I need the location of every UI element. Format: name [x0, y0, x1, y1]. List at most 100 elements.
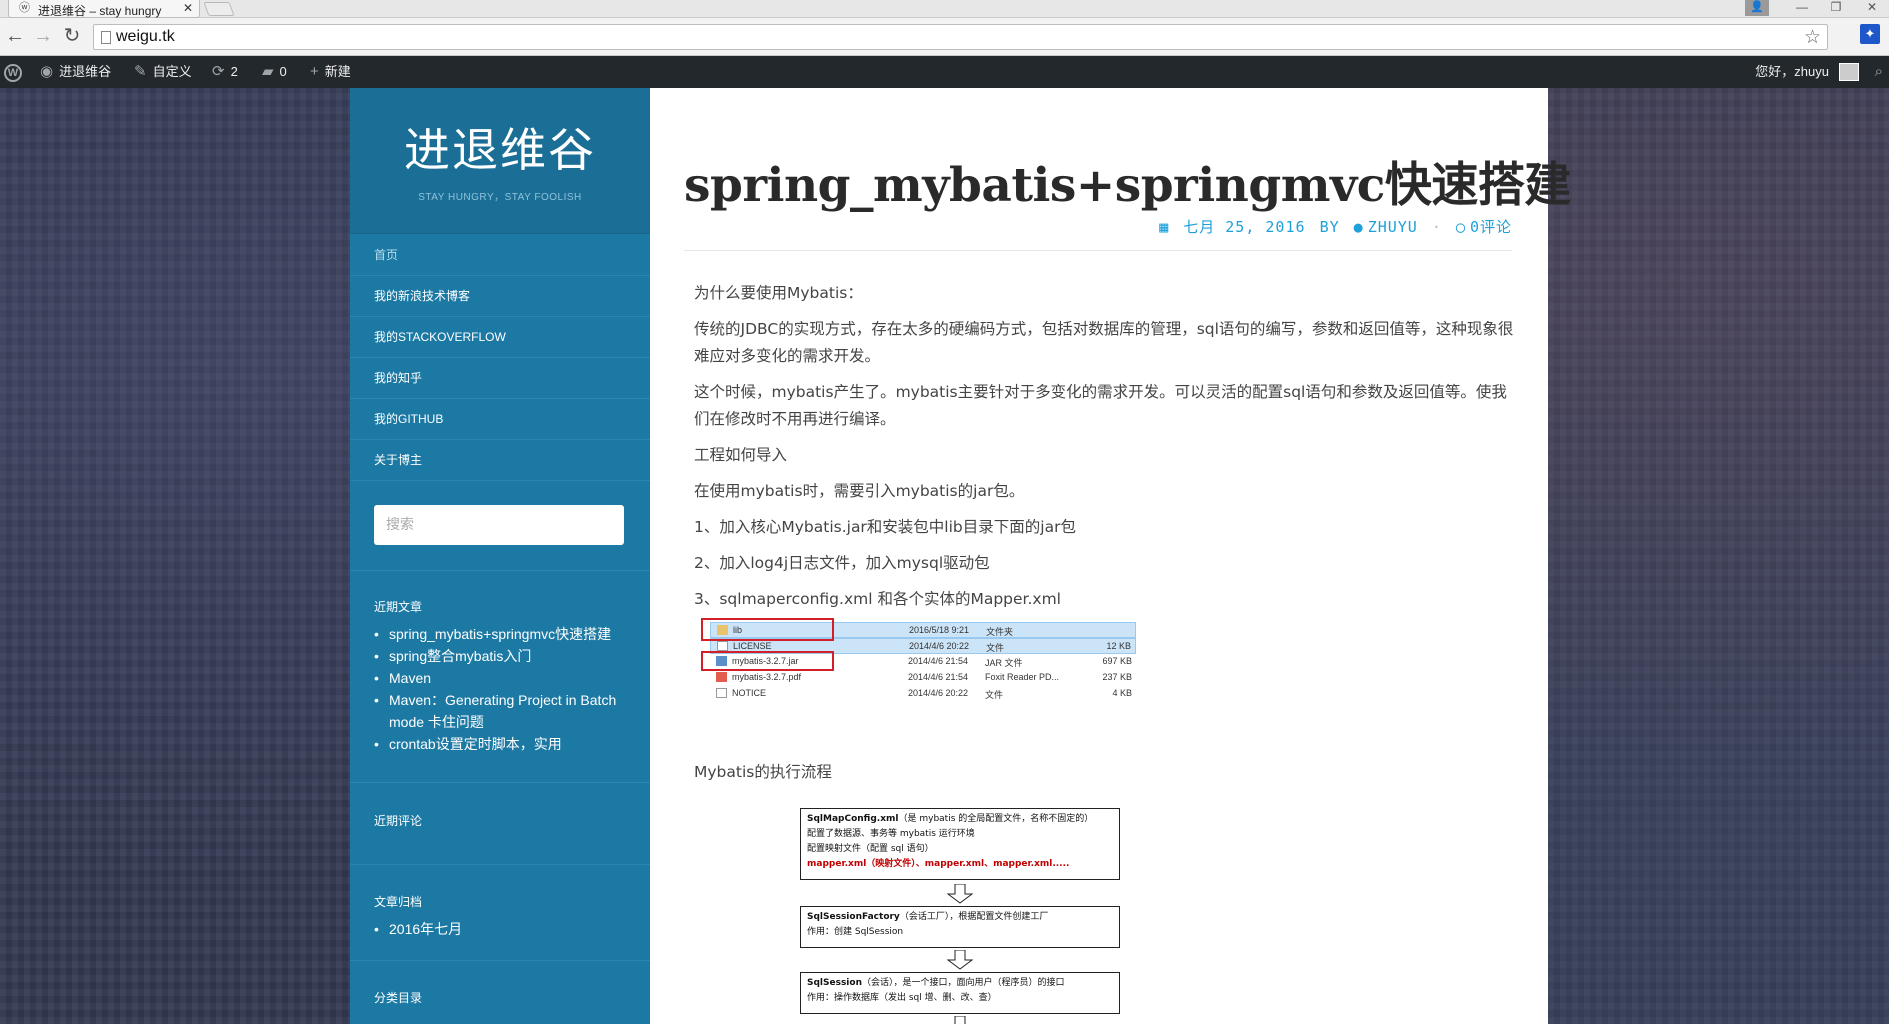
- recent-posts-list: spring_mybatis+springmvc快速搭建 spring整合myb…: [374, 623, 634, 755]
- recent-post-link[interactable]: Maven：Generating Project in Batch mode 卡…: [374, 689, 634, 733]
- paragraph: 传统的JDBC的实现方式，存在太多的硬编码方式，包括对数据库的管理，sql语句的…: [694, 320, 1514, 365]
- url-input[interactable]: [116, 27, 1776, 47]
- file-date: 2014/4/6 21:54: [908, 672, 969, 682]
- customize-label: 自定义: [152, 64, 192, 79]
- site-description: STAY HUNGRY，STAY FOOLISH: [418, 192, 582, 203]
- restore-button[interactable]: ❐: [1826, 0, 1846, 14]
- file-icon: [716, 688, 727, 698]
- forward-button[interactable]: →: [32, 24, 54, 48]
- file-size: 697 KB: [1102, 656, 1132, 666]
- flow-box-text: 配置映射文件（配置 sql 语句）: [807, 844, 934, 854]
- archive-link[interactable]: 2016年七月: [374, 918, 634, 940]
- divider: [350, 864, 650, 865]
- file-row: NOTICE 2014/4/6 20:22 文件 4 KB: [710, 686, 1136, 702]
- site-name-label: 进退维谷: [59, 64, 112, 79]
- post-title: spring_mybatis+springmvc快速搭建: [684, 158, 1571, 213]
- post-content: 为什么要使用Mybatis： 传统的JDBC的实现方式，存在太多的硬编码方式，包…: [694, 280, 1514, 622]
- divider: [684, 250, 1512, 251]
- calendar-icon: ▦: [1159, 218, 1170, 236]
- admin-site-name[interactable]: ◉ 进退维谷: [40, 56, 111, 88]
- file-type: Foxit Reader PD...: [985, 672, 1060, 682]
- highlight-box: [701, 618, 834, 641]
- back-button[interactable]: ←: [4, 24, 26, 48]
- pdf-file-icon: [716, 672, 727, 682]
- search-icon[interactable]: ⌕: [1875, 56, 1883, 88]
- menu-item-github[interactable]: 我的GITHUB: [350, 399, 650, 440]
- minimize-button[interactable]: —: [1792, 0, 1812, 14]
- paragraph: 1、加入核心Mybatis.jar和安装包中lib目录下面的jar包: [694, 518, 1076, 536]
- post-author[interactable]: ZHUYU: [1368, 218, 1418, 236]
- admin-account-greeting[interactable]: 您好，zhuyu: [1755, 56, 1829, 88]
- browser-tab[interactable]: ⓦ 进退维谷 – stay hungry ✕: [8, 0, 200, 18]
- flow-box-heading: SqlSessionFactory: [807, 912, 900, 922]
- comments-count: 0: [279, 64, 287, 79]
- file-name: LICENSE: [733, 641, 772, 651]
- post-meta: ▦ 七月 25, 2016 BY ● ZHUYU · ◯ 0评论: [1155, 216, 1512, 237]
- file-date: 2014/4/6 20:22: [908, 688, 969, 698]
- flow-box-session: SqlSession（会话），是一个接口，面向用户（程序员）的接口 作用：操作数…: [800, 972, 1120, 1014]
- flow-box-text: 作用：操作数据库（发出 sql 增、删、改、查）: [807, 993, 997, 1003]
- menu-item-sina-blog[interactable]: 我的新浪技术博客: [350, 276, 650, 317]
- comment-icon: ▰: [262, 63, 274, 80]
- menu-item-about[interactable]: 关于博主: [350, 440, 650, 481]
- post-date[interactable]: 七月 25, 2016: [1183, 218, 1305, 236]
- file-type: JAR 文件: [985, 658, 1023, 668]
- wp-admin-bar: W ◉ 进退维谷 ✎ 自定义 ⟳ 2 ▰ 0 + 新建 您好，zhuyu ⌕: [0, 56, 1889, 88]
- file-listing-image: lib 2016/5/18 9:21 文件夹 LICENSE 2014/4/6 …: [698, 618, 1138, 713]
- recent-post-link[interactable]: spring整合mybatis入门: [374, 645, 634, 667]
- file-type: 文件: [985, 690, 1004, 700]
- admin-updates[interactable]: ⟳ 2: [212, 56, 238, 88]
- menu-item-zhihu[interactable]: 我的知乎: [350, 358, 650, 399]
- new-tab-button[interactable]: [203, 2, 235, 16]
- down-arrow-icon: [947, 884, 973, 904]
- recent-post-link[interactable]: Maven: [374, 667, 634, 689]
- browser-toolbar: ← → ↻ ☆: [0, 18, 1889, 56]
- address-bar[interactable]: ☆: [93, 24, 1828, 50]
- down-arrow-icon: [947, 950, 973, 970]
- plus-icon: +: [310, 63, 319, 80]
- post-comments-link[interactable]: 0评论: [1470, 218, 1512, 236]
- browser-profile-icon[interactable]: 👤: [1745, 0, 1769, 16]
- brush-icon: ✎: [134, 63, 147, 80]
- user-icon: ●: [1353, 218, 1364, 236]
- site-header: 进退维谷 STAY HUNGRY，STAY FOOLISH: [350, 88, 650, 234]
- mybatis-flowchart: SqlMapConfig.xml（是 mybatis 的全局配置文件，名称不固定…: [800, 808, 1130, 1024]
- divider: [350, 960, 650, 961]
- paragraph: 在使用mybatis时，需要引入mybatis的jar包。: [694, 482, 1025, 500]
- meta-separator: ·: [1431, 218, 1442, 236]
- menu-item-home[interactable]: 首页: [350, 235, 650, 276]
- file-size: 12 KB: [1106, 641, 1131, 651]
- flow-box-heading: SqlSession: [807, 978, 862, 988]
- flow-box-heading: SqlMapConfig.xml: [807, 814, 899, 824]
- sidebar: 进退维谷 STAY HUNGRY，STAY FOOLISH 首页 我的新浪技术博…: [350, 88, 650, 1024]
- admin-comments[interactable]: ▰ 0: [262, 56, 287, 88]
- divider: [350, 782, 650, 783]
- close-window-button[interactable]: ✕: [1862, 0, 1882, 14]
- site-title[interactable]: 进退维谷: [350, 114, 650, 180]
- wordpress-favicon-icon: ⓦ: [19, 2, 30, 14]
- recent-post-link[interactable]: crontab设置定时脚本，实用: [374, 733, 634, 755]
- updates-count: 2: [230, 64, 238, 79]
- categories-title: 分类目录: [374, 991, 423, 1005]
- file-type: 文件: [986, 643, 1005, 653]
- menu-item-stackoverflow[interactable]: 我的STACKOVERFLOW: [350, 317, 650, 358]
- extension-paw-icon[interactable]: ✦: [1860, 24, 1880, 44]
- tab-close-icon[interactable]: ✕: [183, 1, 193, 15]
- wordpress-logo-icon[interactable]: W: [4, 56, 26, 88]
- flow-box-text: （是 mybatis 的全局配置文件，名称不固定的）: [898, 814, 1094, 824]
- avatar[interactable]: [1839, 63, 1859, 81]
- divider: [350, 570, 650, 571]
- admin-new[interactable]: + 新建: [310, 56, 351, 88]
- primary-menu: 首页 我的新浪技术博客 我的STACKOVERFLOW 我的知乎 我的GITHU…: [350, 235, 650, 481]
- highlight-box: [701, 651, 834, 671]
- paragraph: 3、sqlmaperconfig.xml 和各个实体的Mapper.xml: [694, 590, 1061, 608]
- flow-box-text: 配置了数据源、事务等 mybatis 运行环境: [807, 829, 975, 839]
- search-input[interactable]: [374, 505, 624, 545]
- paragraph: 为什么要使用Mybatis：: [694, 284, 863, 302]
- bookmark-star-icon[interactable]: ☆: [1804, 26, 1821, 49]
- admin-customize[interactable]: ✎ 自定义: [134, 56, 192, 88]
- new-label: 新建: [324, 64, 351, 79]
- flow-box-session-factory: SqlSessionFactory（会话工厂），根据配置文件创建工厂 作用：创建…: [800, 906, 1120, 948]
- recent-post-link[interactable]: spring_mybatis+springmvc快速搭建: [374, 623, 634, 645]
- reload-button[interactable]: ↻: [61, 24, 83, 48]
